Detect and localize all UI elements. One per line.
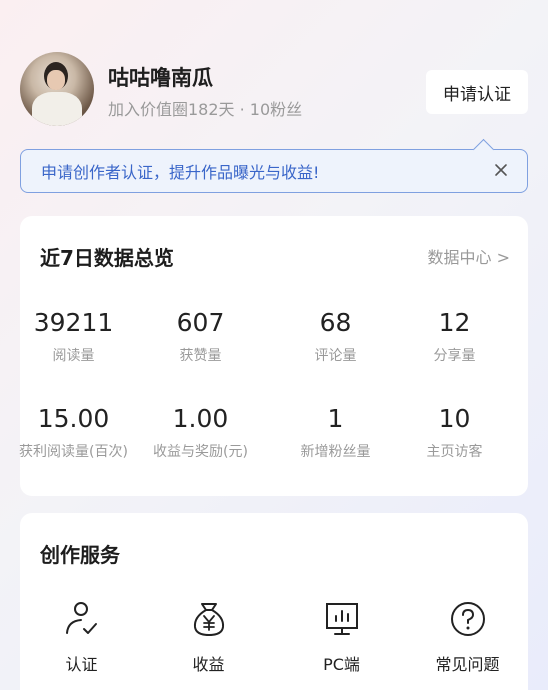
avatar-face — [47, 70, 65, 90]
stat-label: 收益与奖励(元) — [153, 444, 248, 460]
stat-label: 新增粉丝量 — [300, 444, 371, 460]
service-label: PC端 — [323, 655, 360, 674]
stat-label: 获利阅读量(百次) — [19, 444, 128, 460]
data-center-link[interactable]: 数据中心 > — [428, 244, 511, 268]
profile-meta: 加入价值圈182天 · 10粉丝 — [108, 100, 303, 119]
stat-value: 12 — [438, 308, 471, 337]
stat-paid-reads[interactable]: 15.00 获利阅读量(百次) — [10, 404, 137, 461]
stat-value: 1.00 — [172, 404, 229, 433]
service-earnings[interactable]: 收益 — [145, 599, 272, 675]
stat-value: 15.00 — [37, 404, 110, 433]
tip-text: 申请创作者认证，提升作品曝光与收益! — [41, 163, 320, 182]
stat-shares[interactable]: 12 分享量 — [391, 308, 518, 365]
question-circle-icon — [450, 602, 485, 636]
stat-label: 评论量 — [314, 348, 357, 364]
stat-label: 主页访客 — [426, 444, 483, 460]
stat-value: 10 — [438, 404, 471, 433]
service-label: 收益 — [192, 655, 225, 674]
service-faq[interactable]: 常见问题 — [404, 599, 531, 675]
stat-reads[interactable]: 39211 阅读量 — [10, 308, 137, 365]
stat-earnings[interactable]: 1.00 收益与奖励(元) — [137, 404, 264, 461]
overview-title: 近7日数据总览 — [40, 246, 174, 270]
avatar[interactable] — [20, 52, 94, 126]
user-check-icon — [65, 602, 97, 634]
profile-header: 咕咕噜南瓜 加入价值圈182天 · 10粉丝 申请认证 — [20, 52, 528, 128]
stat-likes[interactable]: 607 获赞量 — [137, 308, 264, 365]
stat-comments[interactable]: 68 评论量 — [272, 308, 399, 365]
stat-label: 分享量 — [433, 348, 476, 364]
service-pc[interactable]: PC端 — [278, 599, 405, 675]
close-icon[interactable] — [491, 160, 511, 180]
creator-services-card: 创作服务 认证 收益 PC端 常见问题 — [20, 513, 528, 690]
avatar-body — [32, 92, 82, 126]
service-certification[interactable]: 认证 — [18, 599, 145, 675]
stat-value: 68 — [319, 308, 352, 337]
stat-new-followers[interactable]: 1 新增粉丝量 — [272, 404, 399, 461]
services-title: 创作服务 — [40, 543, 120, 567]
stat-label: 获赞量 — [179, 348, 222, 364]
service-label: 认证 — [65, 655, 98, 674]
username[interactable]: 咕咕噜南瓜 — [108, 62, 213, 92]
stat-value: 1 — [327, 404, 344, 433]
monitor-chart-icon — [325, 603, 358, 635]
stat-value: 607 — [176, 308, 225, 337]
money-bag-icon — [193, 603, 224, 636]
certification-tip-banner: 申请创作者认证，提升作品曝光与收益! — [20, 149, 528, 193]
service-label: 常见问题 — [435, 655, 500, 674]
stat-label: 阅读量 — [52, 348, 95, 364]
stat-value: 39211 — [33, 308, 114, 337]
stat-visitors[interactable]: 10 主页访客 — [391, 404, 518, 461]
apply-certification-button[interactable]: 申请认证 — [426, 70, 528, 114]
data-overview-card: 近7日数据总览 数据中心 > 39211 阅读量 607 获赞量 68 评论量 … — [19, 216, 528, 496]
